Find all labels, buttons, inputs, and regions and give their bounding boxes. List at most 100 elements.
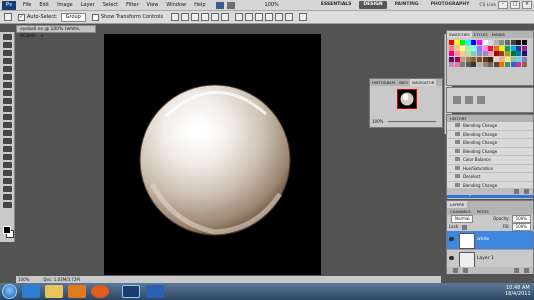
gradient-tool-icon[interactable] — [2, 122, 12, 128]
swatch-color[interactable] — [516, 51, 522, 57]
swatch-color[interactable] — [460, 45, 466, 51]
foreground-color-swatch[interactable] — [3, 226, 11, 234]
swatch-color[interactable] — [460, 51, 466, 57]
swatch-color[interactable] — [449, 45, 454, 51]
swatch-color[interactable] — [454, 45, 460, 51]
cs-live-button[interactable]: CS Live — [479, 3, 496, 8]
swatch-color[interactable] — [510, 56, 516, 62]
swatch-color[interactable] — [516, 40, 522, 45]
swatch-color[interactable] — [477, 56, 482, 62]
swatch-color[interactable] — [516, 56, 522, 62]
swatch-color[interactable] — [477, 40, 482, 45]
trash-icon[interactable] — [524, 268, 529, 273]
auto-select-dropdown[interactable]: Group — [60, 12, 86, 22]
swatch-color[interactable] — [449, 56, 454, 62]
swatch-color[interactable] — [510, 40, 516, 45]
history-item[interactable]: Hue/Saturation — [447, 165, 533, 173]
swatch-color[interactable] — [465, 62, 471, 68]
fill-field[interactable]: 100% — [511, 223, 531, 231]
firefox-icon[interactable] — [91, 285, 109, 298]
menu-image[interactable]: Image — [53, 0, 77, 11]
crop-tool-icon[interactable] — [2, 66, 12, 72]
pen-tool-icon[interactable] — [2, 146, 12, 152]
swatch-color[interactable] — [493, 62, 499, 68]
hand-tool-icon[interactable] — [2, 194, 12, 200]
healing-brush-tool-icon[interactable] — [2, 82, 12, 88]
move-tool-icon[interactable] — [4, 13, 12, 21]
swatch-color[interactable] — [499, 56, 505, 62]
swatch-color[interactable] — [454, 51, 460, 57]
swatch-color[interactable] — [505, 40, 510, 45]
swatch-color[interactable] — [510, 45, 516, 51]
system-clock[interactable]: 10:48 AM 18/4/2011 — [505, 285, 531, 297]
status-zoom[interactable]: 100% — [18, 276, 29, 283]
swatch-color[interactable] — [482, 56, 488, 62]
distribute-right-icon[interactable] — [285, 13, 294, 21]
navigator-zoom[interactable]: 100% — [372, 119, 383, 124]
type-tool-icon[interactable] — [2, 154, 12, 160]
new-layer-icon[interactable] — [514, 268, 519, 273]
swatch-color[interactable] — [482, 51, 488, 57]
swatch-color[interactable] — [454, 62, 460, 68]
swatch-color[interactable] — [465, 45, 471, 51]
new-snapshot-icon[interactable] — [514, 189, 519, 194]
distribute-center-icon[interactable] — [275, 13, 284, 21]
menu-filter[interactable]: Filter — [122, 0, 142, 11]
distribute-top-icon[interactable] — [235, 13, 244, 21]
internet-explorer-icon[interactable] — [22, 285, 40, 298]
move-tool-icon[interactable] — [2, 34, 12, 40]
swatch-color[interactable] — [471, 40, 477, 45]
align-right-icon[interactable] — [221, 13, 230, 21]
swatch-color[interactable] — [471, 56, 477, 62]
swatch-color[interactable] — [521, 40, 527, 45]
swatch-color[interactable] — [499, 40, 505, 45]
swatch-color[interactable] — [505, 62, 510, 68]
document-canvas[interactable] — [104, 34, 321, 275]
menu-select[interactable]: Select — [99, 0, 122, 11]
swatch-color[interactable] — [449, 40, 454, 45]
history-item[interactable]: Blending Change — [447, 122, 533, 131]
tab-channels[interactable]: CHANNELS — [447, 208, 474, 215]
swatch-color[interactable] — [465, 51, 471, 57]
history-item[interactable]: Blending Change — [447, 148, 533, 156]
adjustment-icon[interactable] — [477, 96, 485, 104]
menu-help[interactable]: Help — [190, 0, 209, 11]
swatch-color[interactable] — [505, 45, 510, 51]
blur-tool-icon[interactable] — [2, 130, 12, 136]
zoom-level[interactable]: 100% — [265, 2, 279, 8]
path-select-tool-icon[interactable] — [2, 162, 12, 168]
swatch-color[interactable] — [521, 45, 527, 51]
swatch-color[interactable] — [488, 45, 494, 51]
dodge-tool-icon[interactable] — [2, 138, 12, 144]
tab-masks[interactable]: MASKS — [490, 31, 507, 38]
distribute-bottom-icon[interactable] — [255, 13, 264, 21]
swatch-color[interactable] — [488, 40, 494, 45]
history-item[interactable]: Deselect — [447, 173, 533, 182]
swatch-color[interactable] — [488, 56, 494, 62]
quick-select-tool-icon[interactable] — [2, 58, 12, 64]
swatch-color[interactable] — [499, 51, 505, 57]
swatch-color[interactable] — [488, 62, 494, 68]
swatch-color[interactable] — [449, 51, 454, 57]
menu-file[interactable]: File — [19, 0, 35, 11]
history-item[interactable]: Color Balance — [447, 156, 533, 165]
history-item[interactable]: Blending Change — [447, 131, 533, 139]
swatch-color[interactable] — [482, 45, 488, 51]
link-icon[interactable] — [453, 268, 458, 273]
eye-icon[interactable] — [449, 237, 454, 241]
menu-layer[interactable]: Layer — [77, 0, 99, 11]
workspace-photography[interactable]: PHOTOGRAPHY — [427, 1, 474, 9]
swatch-color[interactable] — [505, 56, 510, 62]
swatch-color[interactable] — [488, 51, 494, 57]
lock-icon[interactable] — [462, 224, 468, 230]
photoshop-taskbar-icon[interactable] — [122, 285, 140, 298]
zoom-tool-icon[interactable] — [2, 202, 12, 208]
start-button-icon[interactable] — [2, 284, 17, 299]
brush-tool-icon[interactable] — [2, 90, 12, 96]
swatch-color[interactable] — [471, 62, 477, 68]
bridge-icon[interactable] — [215, 1, 224, 9]
marquee-tool-icon[interactable] — [2, 42, 12, 48]
swatch-color[interactable] — [477, 51, 482, 57]
tab-swatches[interactable]: SWATCHES — [447, 31, 472, 38]
layer-row[interactable]: white — [447, 231, 533, 250]
